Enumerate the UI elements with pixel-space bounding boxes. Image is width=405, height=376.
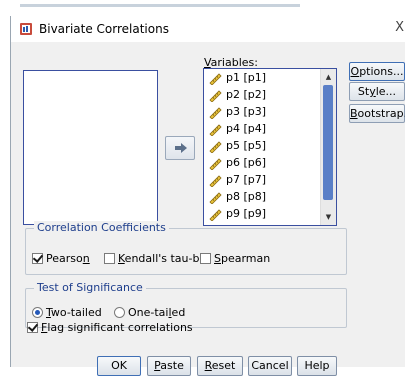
bivariate-correlations-dialog: Bivariate Correlations X Variables: p1 [… [10,16,405,376]
spearman-checkbox[interactable]: Spearman [200,252,270,265]
bootstrap-button[interactable]: Bootstrap... [349,104,405,123]
scale-ruler-icon [209,123,222,136]
scale-ruler-icon [209,106,222,119]
two-tailed-radio[interactable]: Two-tailed [32,306,102,319]
variable-label: p4 [p4] [226,122,267,135]
scale-ruler-icon [209,174,222,187]
variable-item[interactable]: p9 [p9] [204,205,320,222]
spss-dialog-icon [20,23,32,35]
options-button[interactable]: Options... [349,62,405,81]
move-variable-button[interactable] [165,136,195,160]
variable-label: p9 [p9] [226,207,267,220]
style-button[interactable]: Style... [349,82,405,101]
scroll-up-icon[interactable]: ▲ [322,70,335,84]
variable-label: p1 [p1] [226,71,267,84]
flag-check-icon[interactable] [27,322,38,333]
help-button[interactable]: Help [297,356,337,376]
scroll-down-icon[interactable]: ▼ [322,210,335,224]
correlation-coefficients-group: Correlation Coefficients Pearson Kendall… [25,221,347,275]
variable-label: p6 [p6] [226,156,267,169]
variable-item[interactable]: p2 [p2] [204,86,320,103]
variables-list[interactable]: p1 [p1] p2 [p2] p3 [p3] p4 [p4] p5 [p5] p6 [p… [203,68,337,226]
window-title: Bivariate Correlations [39,22,169,36]
one-tailed-radio[interactable]: One-tailed [114,306,185,319]
variable-item[interactable]: p8 [p8] [204,188,320,205]
variable-label: p8 [p8] [226,190,267,203]
close-icon[interactable]: X [395,20,404,35]
variable-item[interactable]: p4 [p4] [204,120,320,137]
cancel-button[interactable]: Cancel [248,356,292,376]
ok-button[interactable]: OK [97,356,141,376]
kendall-checkbox[interactable]: Kendall's tau-b [104,252,199,265]
variable-label: p3 [p3] [226,105,267,118]
scale-ruler-icon [209,140,222,153]
variable-item[interactable]: p5 [p5] [204,137,320,154]
pearson-check-icon[interactable] [32,253,43,264]
variable-item[interactable]: p6 [p6] [204,154,320,171]
paste-button[interactable]: Paste [147,356,191,376]
variables-scrollbar[interactable]: ▲ ▼ [320,69,336,225]
spearman-check-icon[interactable] [200,253,211,264]
test-of-significance-title: Test of Significance [34,281,146,294]
pearson-checkbox[interactable]: Pearson [32,252,90,265]
scroll-thumb[interactable] [323,85,333,200]
kendall-check-icon[interactable] [104,253,115,264]
scale-ruler-icon [209,72,222,85]
title-bar: Bivariate Correlations X [11,16,405,42]
scale-ruler-icon [209,208,222,221]
correlation-coefficients-title: Correlation Coefficients [34,221,169,234]
arrow-right-icon [175,143,187,153]
one-tailed-radio-icon[interactable] [114,307,125,318]
source-variable-list[interactable] [23,70,158,225]
scale-ruler-icon [209,89,222,102]
two-tailed-radio-icon[interactable] [32,307,43,318]
variable-item[interactable]: p7 [p7] [204,171,320,188]
variable-item[interactable]: p3 [p3] [204,103,320,120]
variable-label: p7 [p7] [226,173,267,186]
variable-label: p5 [p5] [226,139,267,152]
variable-item[interactable]: p1 [p1] [204,69,320,86]
background-window-strip [0,0,405,16]
reset-button[interactable]: Reset [197,356,243,376]
scale-ruler-icon [209,157,222,170]
variable-label: p2 [p2] [226,88,267,101]
scale-ruler-icon [209,191,222,204]
flag-significant-checkbox[interactable]: Flag significant correlations [27,321,193,334]
background-scrollbar [20,4,300,7]
